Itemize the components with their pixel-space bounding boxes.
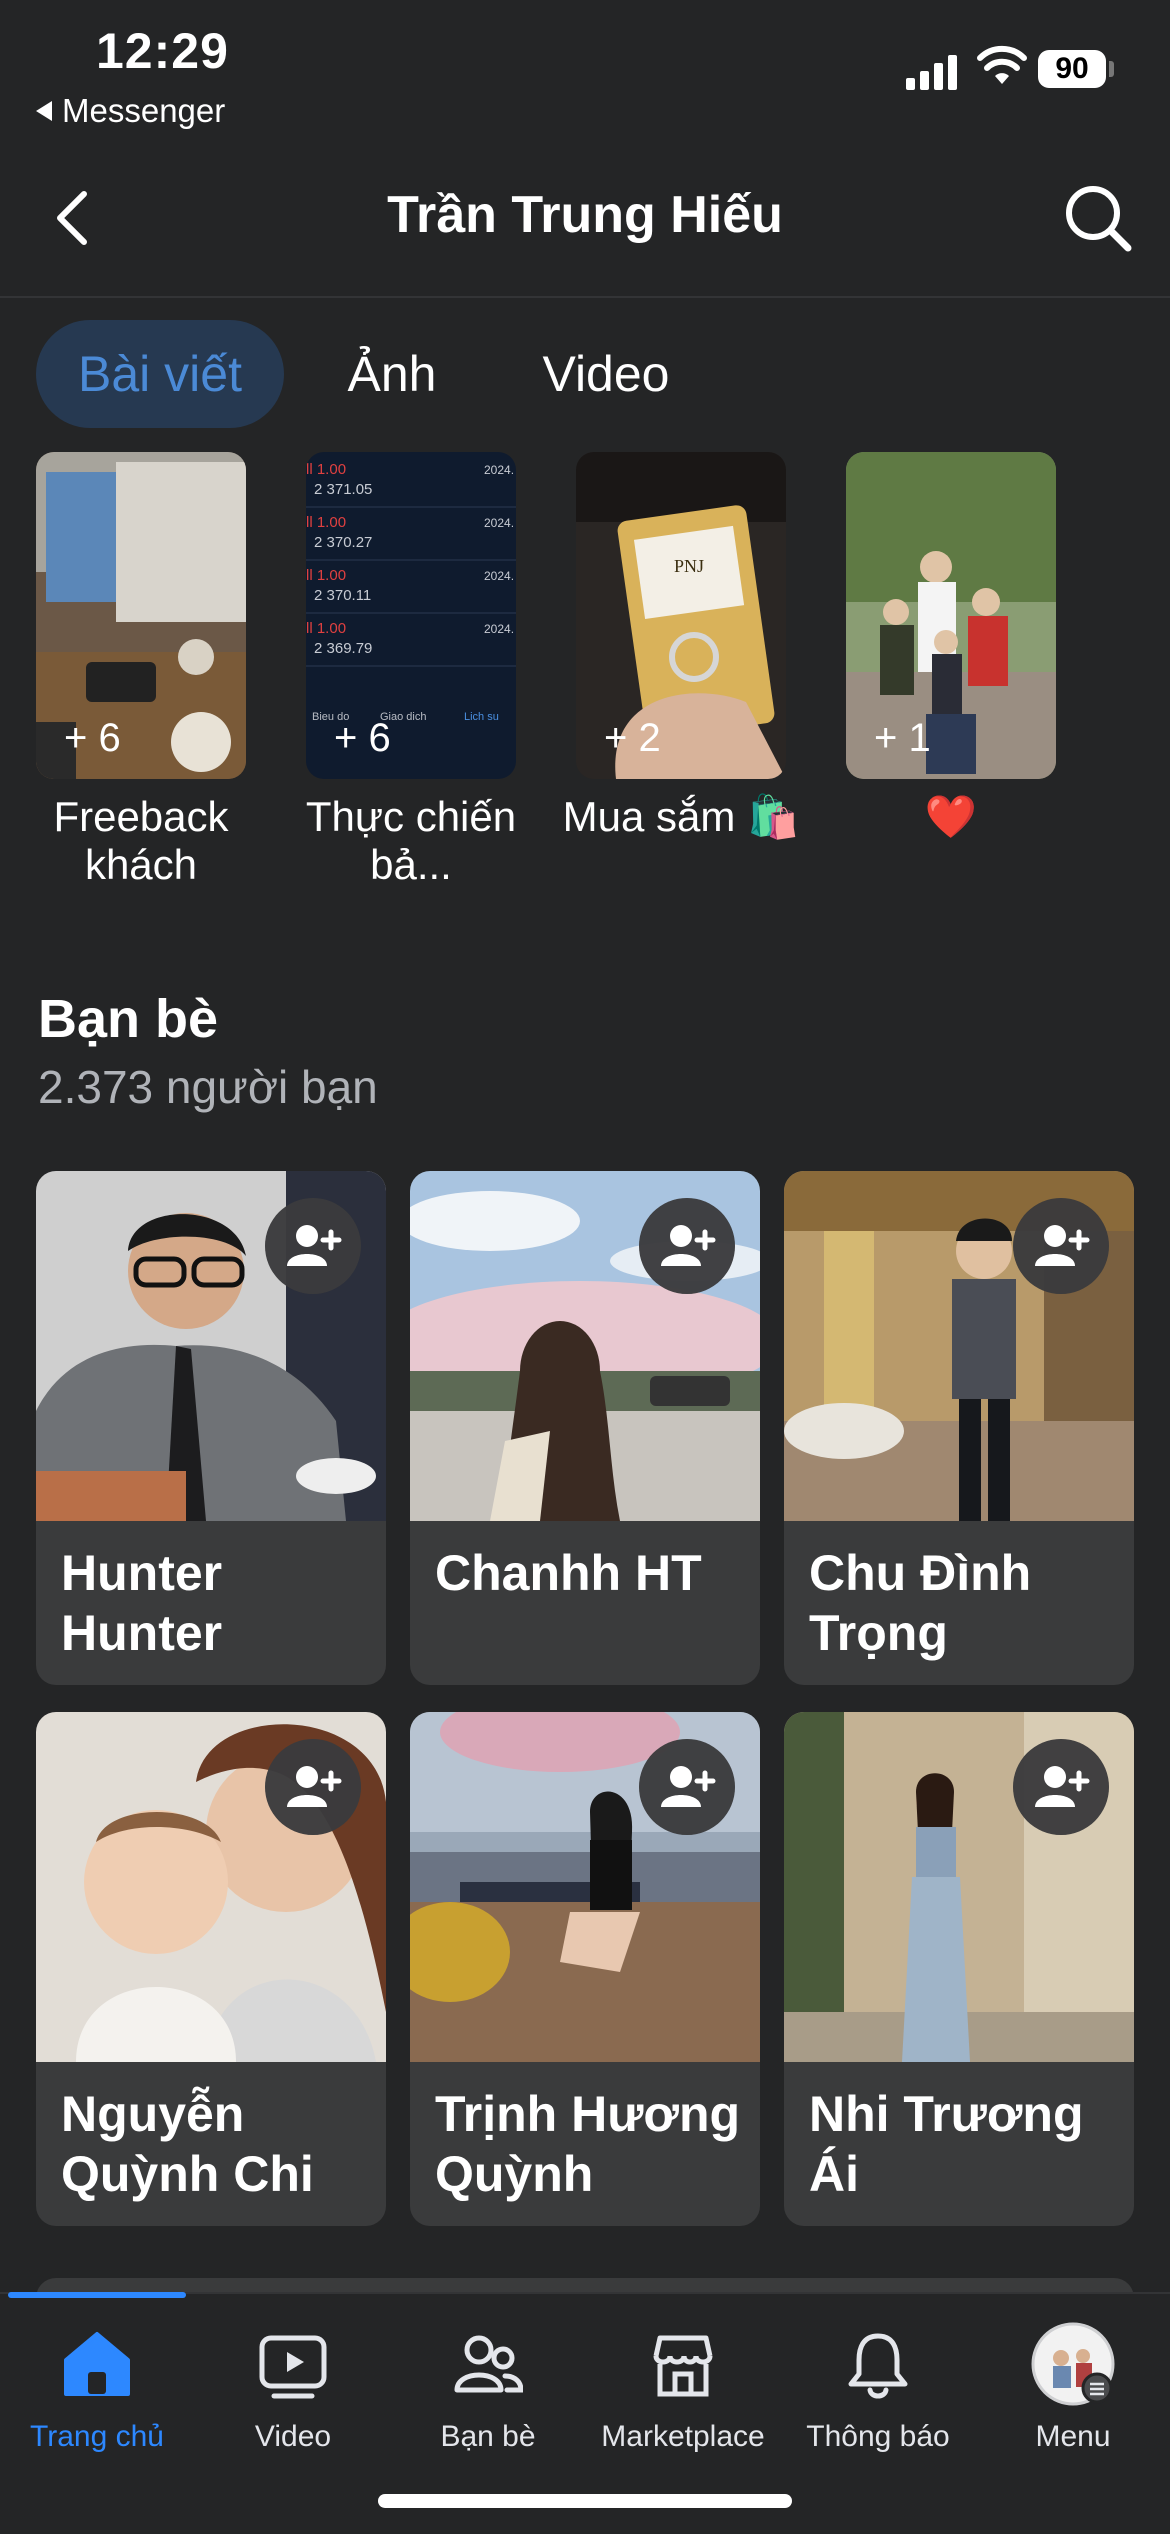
highlight-freeback[interactable]: + 6 <box>36 452 246 779</box>
profile-name-title: Trần Trung Hiếu <box>387 186 783 244</box>
back-to-messenger-link[interactable]: Messenger <box>36 92 225 130</box>
friends-icon <box>454 2335 523 2393</box>
tab-videos[interactable]: Video <box>516 320 696 428</box>
friend-name[interactable]: Trịnh Hương Quỳnh <box>435 2084 745 2204</box>
nav-label: Thông báo <box>806 2420 950 2453</box>
tab-posts[interactable]: Bài viết <box>36 320 284 428</box>
nav-label: Video <box>254 2420 332 2453</box>
nav-video[interactable]: Video <box>195 2320 391 2460</box>
friend-name[interactable]: Chu Đình Trọng <box>809 1543 1119 1663</box>
highlight-count: + 6 <box>64 716 121 760</box>
marketplace-icon <box>653 2335 713 2397</box>
wifi-icon <box>977 45 1027 84</box>
back-triangle-icon <box>36 101 52 121</box>
highlight-shopping[interactable]: PNJ + 2 <box>576 452 786 779</box>
nav-label: Bạn bè <box>440 2420 536 2453</box>
cellular-signal-icon <box>906 50 957 90</box>
add-friend-icon[interactable] <box>639 1198 735 1294</box>
add-friend-icon[interactable] <box>265 1739 361 1835</box>
trade-price: 2 370.11 <box>314 587 371 604</box>
search-icon[interactable] <box>1060 180 1136 256</box>
highlight-count: + 2 <box>604 716 661 760</box>
highlight-count: + 6 <box>334 716 391 760</box>
add-friend-icon[interactable] <box>265 1198 361 1294</box>
friend-card[interactable]: Chu Đình Trọng <box>784 1171 1134 1685</box>
highlight-trading[interactable]: ll 1.00 ll 1.00 ll 1.00 ll 1.00 2 371.05… <box>306 452 516 779</box>
video-icon <box>259 2335 327 2399</box>
svg-text:ll 1.00: ll 1.00 <box>306 620 346 637</box>
friends-section-title: Bạn bè <box>38 989 219 1049</box>
nav-label: Trang chủ <box>30 2420 164 2453</box>
nav-menu[interactable]: Menu <box>975 2320 1170 2460</box>
battery-tip <box>1109 61 1114 77</box>
highlight-label: Freeback khách <box>53 793 229 888</box>
trade-date: 2024. <box>484 516 514 530</box>
header-divider <box>0 296 1170 298</box>
friend-name[interactable]: Chanhh HT <box>435 1543 745 1603</box>
back-app-label: Messenger <box>62 92 226 129</box>
trade-price: 2 369.79 <box>314 640 372 657</box>
home-icon <box>64 2332 130 2396</box>
active-tab-indicator <box>8 2292 186 2298</box>
trade-tag: 1.00 <box>317 567 346 584</box>
highlight-label: Thực chiến bả... <box>305 793 517 888</box>
nav-label: Menu <box>1035 2420 1111 2453</box>
trade-price: 2 370.27 <box>314 534 372 551</box>
nav-marketplace[interactable]: Marketplace <box>585 2320 781 2460</box>
add-friend-icon[interactable] <box>1013 1739 1109 1835</box>
add-friend-icon[interactable] <box>1013 1198 1109 1294</box>
trade-date: 2024. <box>484 622 514 636</box>
nav-home[interactable]: Trang chủ <box>0 2320 195 2460</box>
highlight-count: + 1 <box>874 716 931 760</box>
friend-card[interactable]: Hunter Hunter <box>36 1171 386 1685</box>
friend-name[interactable]: Hunter Hunter <box>61 1543 371 1663</box>
friend-card[interactable]: Chanhh HT <box>410 1171 760 1685</box>
trade-tag: 1.00 <box>317 514 346 531</box>
battery-indicator: 90 <box>1038 50 1106 88</box>
highlight-label: Mua sắm 🛍️ <box>562 793 800 840</box>
highlight-label: ❤️ <box>924 793 978 840</box>
nav-label: Marketplace <box>601 2420 765 2453</box>
status-time: 12:29 <box>96 23 229 79</box>
friends-count[interactable]: 2.373 người bạn <box>38 1060 378 1114</box>
nav-friends[interactable]: Bạn bè <box>390 2320 586 2460</box>
trade-price: 2 371.05 <box>314 481 372 498</box>
trade-tab-label: Lich su <box>464 711 499 723</box>
box-brand: PNJ <box>674 556 704 576</box>
add-friend-icon[interactable] <box>639 1739 735 1835</box>
friend-name[interactable]: Nhi Trương Ái <box>809 2084 1119 2204</box>
home-indicator <box>378 2494 792 2508</box>
profile-avatar-icon <box>1031 2322 1115 2406</box>
friend-card[interactable]: Trịnh Hương Quỳnh <box>410 1712 760 2226</box>
highlight-family[interactable]: + 1 <box>846 452 1056 779</box>
tab-photos[interactable]: Ảnh <box>316 320 468 428</box>
nav-notifications[interactable]: Thông báo <box>780 2320 976 2460</box>
trade-tag: 1.00 <box>317 620 346 637</box>
trade-date: 2024. <box>484 463 514 477</box>
bell-icon <box>848 2333 908 2399</box>
friend-card[interactable]: Nhi Trương Ái <box>784 1712 1134 2226</box>
trade-date: 2024. <box>484 569 514 583</box>
friend-name[interactable]: Nguyễn Quỳnh Chi <box>61 2084 371 2204</box>
friend-card[interactable]: Nguyễn Quỳnh Chi <box>36 1712 386 2226</box>
trade-tag: 1.00 <box>317 461 346 478</box>
svg-text:ll 1.00: ll 1.00 <box>306 567 346 584</box>
svg-text:ll 1.00: ll 1.00 <box>306 461 346 478</box>
svg-text:ll 1.00: ll 1.00 <box>306 514 346 531</box>
